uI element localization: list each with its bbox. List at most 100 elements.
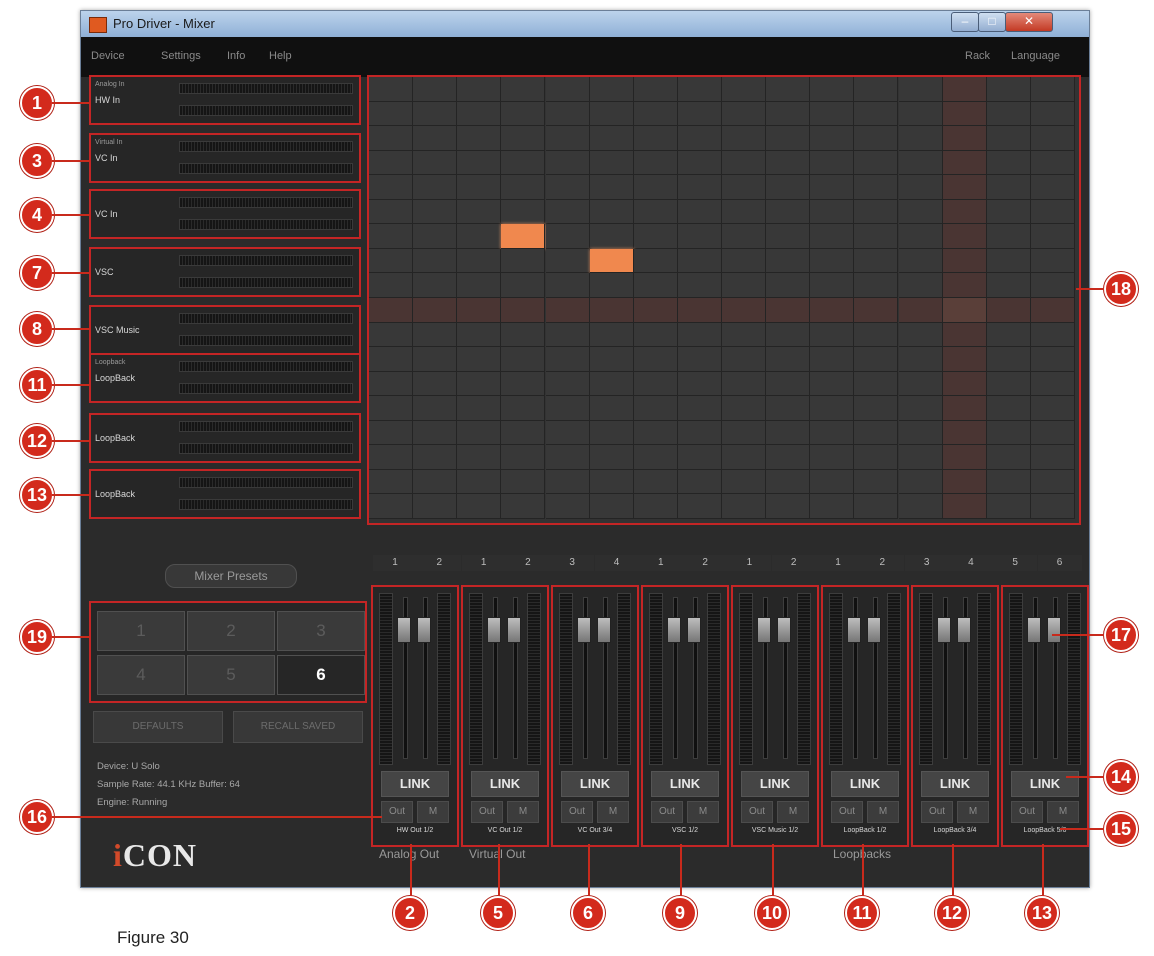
fader-handle-right[interactable]	[687, 617, 701, 643]
matrix-cell[interactable]	[898, 273, 943, 298]
fader-handle-right[interactable]	[777, 617, 791, 643]
output-button[interactable]: Out	[921, 801, 953, 823]
matrix-cell[interactable]	[766, 77, 811, 102]
menu-rack[interactable]: Rack	[965, 50, 990, 62]
matrix-cell[interactable]	[589, 371, 634, 397]
matrix-cell[interactable]	[369, 371, 414, 397]
matrix-cell[interactable]	[854, 126, 899, 151]
matrix-cell[interactable]	[722, 322, 767, 348]
matrix-cell[interactable]	[898, 126, 943, 151]
matrix-cell[interactable]	[369, 298, 414, 323]
matrix-cell[interactable]	[722, 248, 767, 274]
matrix-cell[interactable]	[501, 469, 546, 495]
matrix-cell[interactable]	[633, 371, 678, 397]
matrix-cell[interactable]	[722, 347, 767, 372]
matrix-cell[interactable]	[501, 248, 546, 274]
menu-info[interactable]: Info	[227, 50, 245, 62]
matrix-cell[interactable]	[722, 273, 767, 298]
preset-5-button[interactable]: 5	[187, 655, 275, 695]
matrix-cell[interactable]	[633, 396, 678, 421]
matrix-cell[interactable]	[898, 494, 943, 519]
matrix-cell[interactable]	[898, 396, 943, 421]
maximize-button[interactable]: □	[978, 12, 1006, 32]
matrix-cell[interactable]	[545, 322, 590, 348]
close-button[interactable]: ✕	[1005, 12, 1053, 32]
matrix-cell[interactable]	[986, 126, 1031, 151]
matrix-cell[interactable]	[501, 298, 546, 323]
matrix-cell[interactable]	[589, 322, 634, 348]
matrix-cell[interactable]	[722, 420, 767, 446]
matrix-cell[interactable]	[589, 224, 634, 249]
matrix-cell[interactable]	[766, 322, 811, 348]
output-button[interactable]: Out	[741, 801, 773, 823]
matrix-cell[interactable]	[942, 273, 987, 298]
matrix-cell[interactable]	[766, 298, 811, 323]
matrix-cell[interactable]	[810, 445, 855, 470]
matrix-cell[interactable]	[501, 322, 546, 348]
matrix-cell[interactable]	[766, 494, 811, 519]
matrix-cell[interactable]	[457, 199, 502, 225]
matrix-cell[interactable]	[986, 150, 1031, 176]
matrix-cell[interactable]	[1030, 248, 1075, 274]
matrix-cell[interactable]	[633, 126, 678, 151]
matrix-cell[interactable]	[589, 273, 634, 298]
matrix-cell[interactable]	[942, 420, 987, 446]
matrix-cell[interactable]	[854, 273, 899, 298]
matrix-cell[interactable]	[545, 77, 590, 102]
matrix-cell[interactable]	[677, 77, 722, 102]
matrix-cell[interactable]	[633, 248, 678, 274]
matrix-cell[interactable]	[413, 126, 458, 151]
matrix-cell[interactable]	[722, 396, 767, 421]
matrix-cell[interactable]	[457, 322, 502, 348]
matrix-cell[interactable]	[1030, 199, 1075, 225]
matrix-cell[interactable]	[722, 101, 767, 127]
matrix-cell[interactable]	[369, 322, 414, 348]
matrix-cell[interactable]	[589, 298, 634, 323]
matrix-cell[interactable]	[545, 175, 590, 200]
matrix-cell[interactable]	[810, 371, 855, 397]
matrix-cell[interactable]	[413, 371, 458, 397]
matrix-cell[interactable]	[413, 224, 458, 249]
matrix-cell[interactable]	[810, 101, 855, 127]
menu-device[interactable]: Device	[91, 50, 125, 62]
matrix-cell[interactable]	[942, 322, 987, 348]
matrix-cell[interactable]	[545, 248, 590, 274]
matrix-cell[interactable]	[810, 469, 855, 495]
matrix-cell[interactable]	[1030, 469, 1075, 495]
matrix-cell[interactable]	[413, 494, 458, 519]
link-button[interactable]: LINK	[471, 771, 539, 797]
matrix-cell[interactable]	[722, 199, 767, 225]
matrix-cell[interactable]	[986, 248, 1031, 274]
matrix-cell-active[interactable]	[501, 224, 546, 249]
output-button[interactable]: Out	[1011, 801, 1043, 823]
mute-button[interactable]: M	[597, 801, 629, 823]
preset-4-button[interactable]: 4	[97, 655, 185, 695]
output-button[interactable]: Out	[831, 801, 863, 823]
fader-handle-left[interactable]	[397, 617, 411, 643]
matrix-cell[interactable]	[633, 322, 678, 348]
matrix-cell[interactable]	[898, 150, 943, 176]
matrix-cell[interactable]	[986, 199, 1031, 225]
matrix-cell[interactable]	[898, 445, 943, 470]
matrix-cell[interactable]	[501, 273, 546, 298]
matrix-cell[interactable]	[677, 126, 722, 151]
matrix-cell[interactable]	[810, 150, 855, 176]
matrix-cell[interactable]	[633, 420, 678, 446]
matrix-cell[interactable]	[942, 199, 987, 225]
matrix-cell[interactable]	[545, 371, 590, 397]
mute-button[interactable]: M	[417, 801, 449, 823]
matrix-cell[interactable]	[942, 224, 987, 249]
matrix-cell[interactable]	[766, 150, 811, 176]
matrix-cell[interactable]	[986, 322, 1031, 348]
matrix-cell[interactable]	[766, 101, 811, 127]
matrix-cell[interactable]	[633, 224, 678, 249]
link-button[interactable]: LINK	[561, 771, 629, 797]
matrix-cell[interactable]	[986, 371, 1031, 397]
matrix-cell[interactable]	[942, 248, 987, 274]
matrix-cell[interactable]	[677, 101, 722, 127]
matrix-cell[interactable]	[942, 77, 987, 102]
matrix-cell[interactable]	[633, 150, 678, 176]
fader-handle-left[interactable]	[847, 617, 861, 643]
matrix-cell[interactable]	[810, 77, 855, 102]
fader-handle-left[interactable]	[1027, 617, 1041, 643]
